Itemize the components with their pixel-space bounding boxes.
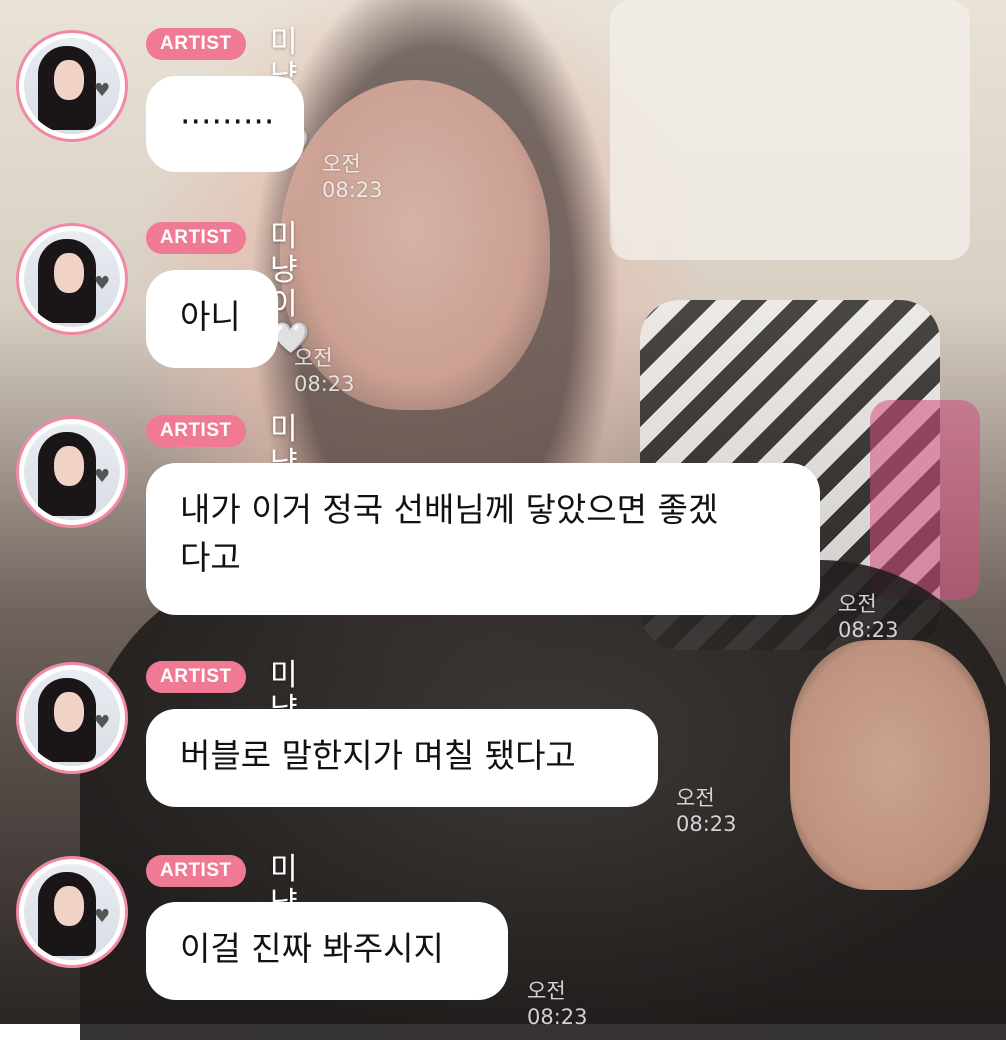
avatar[interactable]: ♥ bbox=[16, 223, 128, 335]
background-shirt bbox=[610, 0, 970, 260]
message-bubble: 버블로 말한지가 며칠 됐다고 bbox=[146, 709, 658, 807]
message-line: 다고 bbox=[180, 538, 241, 577]
message-bubble: 이걸 진짜 봐주시지 bbox=[146, 902, 508, 1000]
heart-icon: ♥ bbox=[94, 466, 111, 487]
heart-icon: ♥ bbox=[94, 712, 111, 733]
avatar[interactable]: ♥ bbox=[16, 30, 128, 142]
message-time: 오전 08:23 bbox=[527, 979, 588, 1029]
heart-icon: ♥ bbox=[94, 906, 111, 927]
avatar[interactable]: ♥ bbox=[16, 856, 128, 968]
avatar-photo: ♥ bbox=[24, 670, 120, 766]
artist-badge: ARTIST bbox=[146, 28, 246, 60]
avatar-photo: ♥ bbox=[24, 424, 120, 520]
avatar-photo: ♥ bbox=[24, 231, 120, 327]
avatar-photo: ♥ bbox=[24, 38, 120, 134]
message-time: 오전 08:23 bbox=[838, 592, 899, 642]
artist-badge: ARTIST bbox=[146, 855, 246, 887]
artist-badge: ARTIST bbox=[146, 415, 246, 447]
heart-icon: ♥ bbox=[94, 80, 111, 101]
avatar[interactable]: ♥ bbox=[16, 662, 128, 774]
message-bubble: 내가 이거 정국 선배님께 닿았으면 좋겠 다고 bbox=[146, 463, 820, 615]
message-bubble: 아니 bbox=[146, 270, 278, 368]
avatar-photo: ♥ bbox=[24, 864, 120, 960]
background-pink-bag bbox=[870, 400, 980, 600]
background-arm bbox=[790, 640, 990, 890]
message-time: 오전 08:23 bbox=[294, 346, 355, 396]
artist-badge: ARTIST bbox=[146, 222, 246, 254]
message-bubble: ········· bbox=[146, 76, 304, 172]
message-line: 내가 이거 정국 선배님께 닿았으면 좋겠 bbox=[180, 490, 719, 529]
heart-icon: ♥ bbox=[94, 273, 111, 294]
avatar[interactable]: ♥ bbox=[16, 416, 128, 528]
message-time: 오전 08:23 bbox=[322, 152, 383, 202]
artist-badge: ARTIST bbox=[146, 661, 246, 693]
message-time: 오전 08:23 bbox=[676, 786, 737, 836]
